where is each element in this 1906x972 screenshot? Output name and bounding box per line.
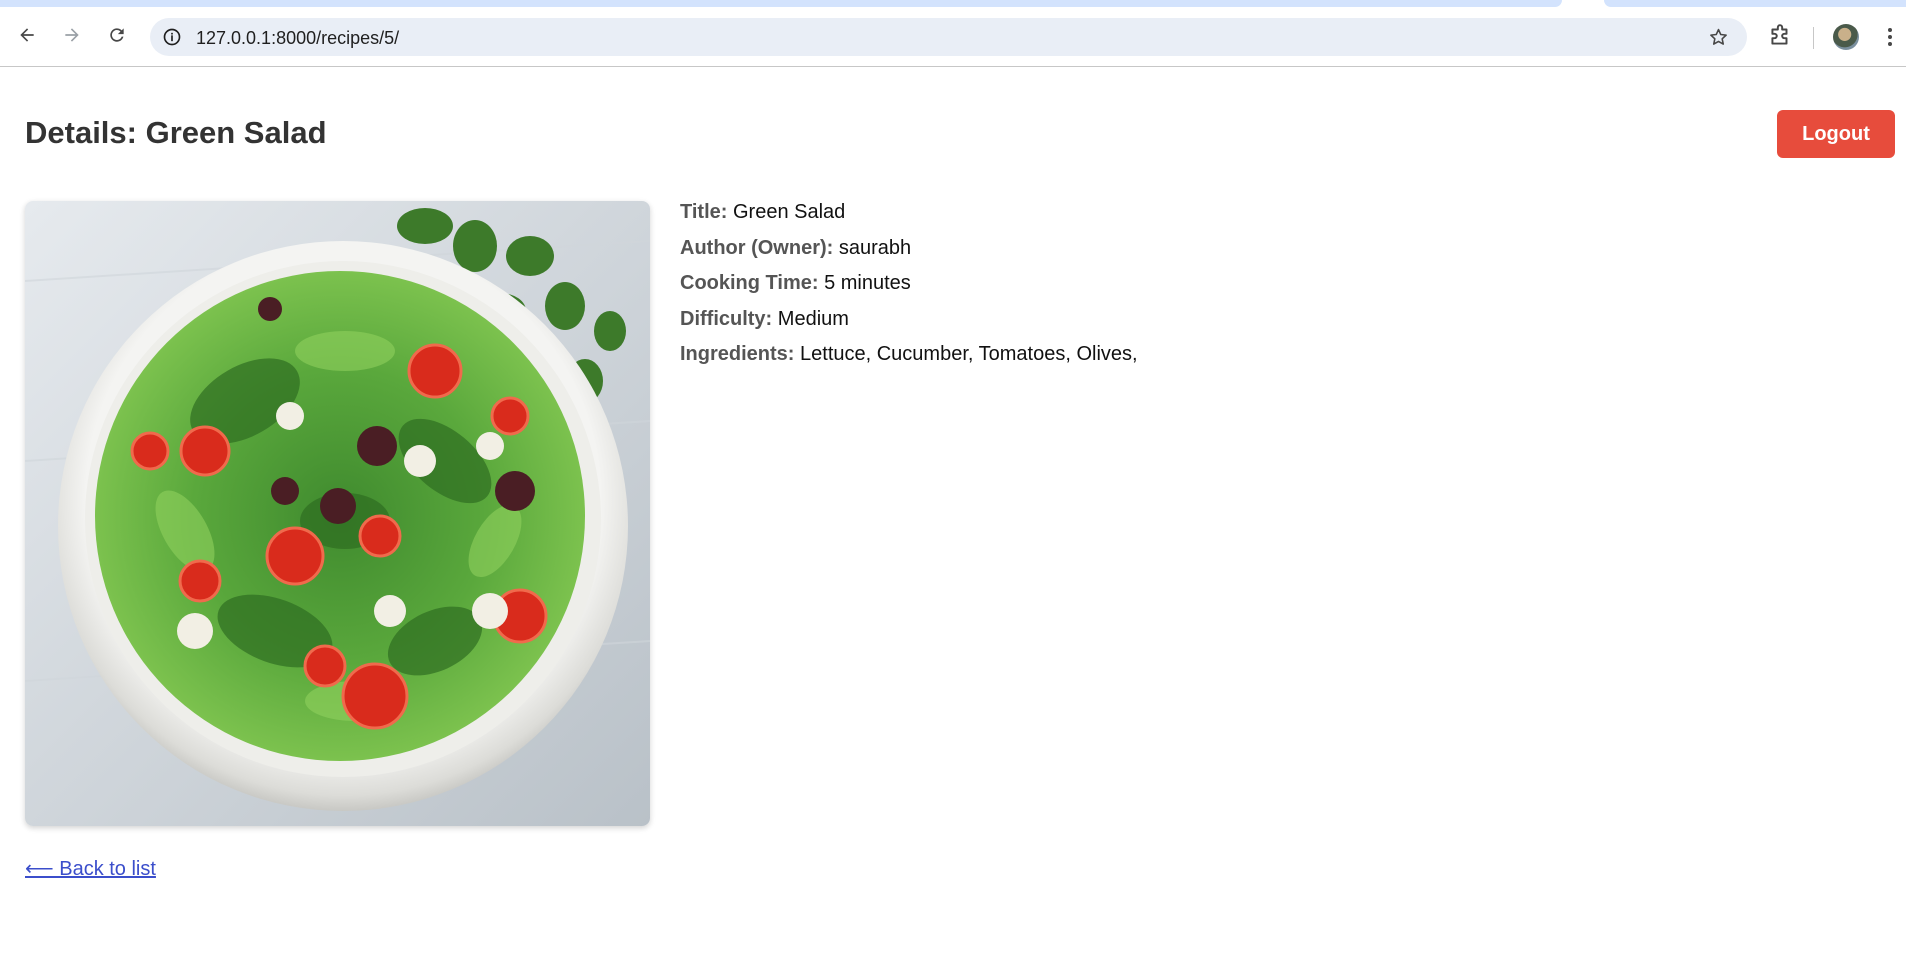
browser-tab[interactable] [1604,0,1906,7]
address-bar[interactable]: 127.0.0.1:8000/recipes/5/ [150,18,1747,56]
detail-author: Author (Owner): saurabh [680,237,1138,273]
detail-value: Green Salad [732,201,846,223]
detail-label: Cooking Time: [680,272,819,295]
logout-button[interactable]: Logout [1777,110,1895,158]
detail-value: Lettuce, Cucumber, Tomatoes, Olives, [800,343,1138,366]
recipe-details: Title: Green Salad Author (Owner): saura… [680,201,1138,379]
reload-icon [110,28,124,42]
back-button[interactable] [13,21,41,49]
bookmark-star-icon[interactable] [1708,27,1729,48]
salad-bowl-photo [25,201,650,826]
back-to-list-link[interactable]: ⟵ Back to list [25,856,156,881]
tab-strip [0,0,1906,7]
detail-label: Difficulty: [680,307,773,330]
detail-label: Title: [680,201,728,223]
detail-difficulty: Difficulty: Medium [680,308,1138,344]
reload-button[interactable] [103,21,131,49]
forward-button[interactable] [58,21,86,49]
profile-avatar[interactable] [1833,24,1859,50]
detail-title: Title: Green Salad [680,201,1138,237]
arrow-right-icon [65,28,79,42]
browser-toolbar: 127.0.0.1:8000/recipes/5/ [0,7,1906,67]
kebab-menu-icon[interactable] [1882,25,1898,49]
toolbar-divider [1813,27,1814,49]
detail-label: Author (Owner): [680,236,834,259]
url-text[interactable]: 127.0.0.1:8000/recipes/5/ [196,28,399,49]
detail-value: 5 minutes [824,272,911,295]
browser-tab-active[interactable] [0,0,1562,7]
detail-ingredients: Ingredients: Lettuce, Cucumber, Tomatoes… [680,343,1138,379]
site-info-icon[interactable] [162,27,182,47]
arrow-left-icon [20,28,34,42]
detail-value: Medium [777,307,849,330]
recipe-image [25,201,650,826]
detail-value: saurabh [838,236,912,259]
detail-cooking-time: Cooking Time: 5 minutes [680,272,1138,308]
extensions-puzzle-icon[interactable] [1767,23,1793,49]
page-title: Details: Green Salad [25,115,327,150]
detail-label: Ingredients: [680,343,795,366]
